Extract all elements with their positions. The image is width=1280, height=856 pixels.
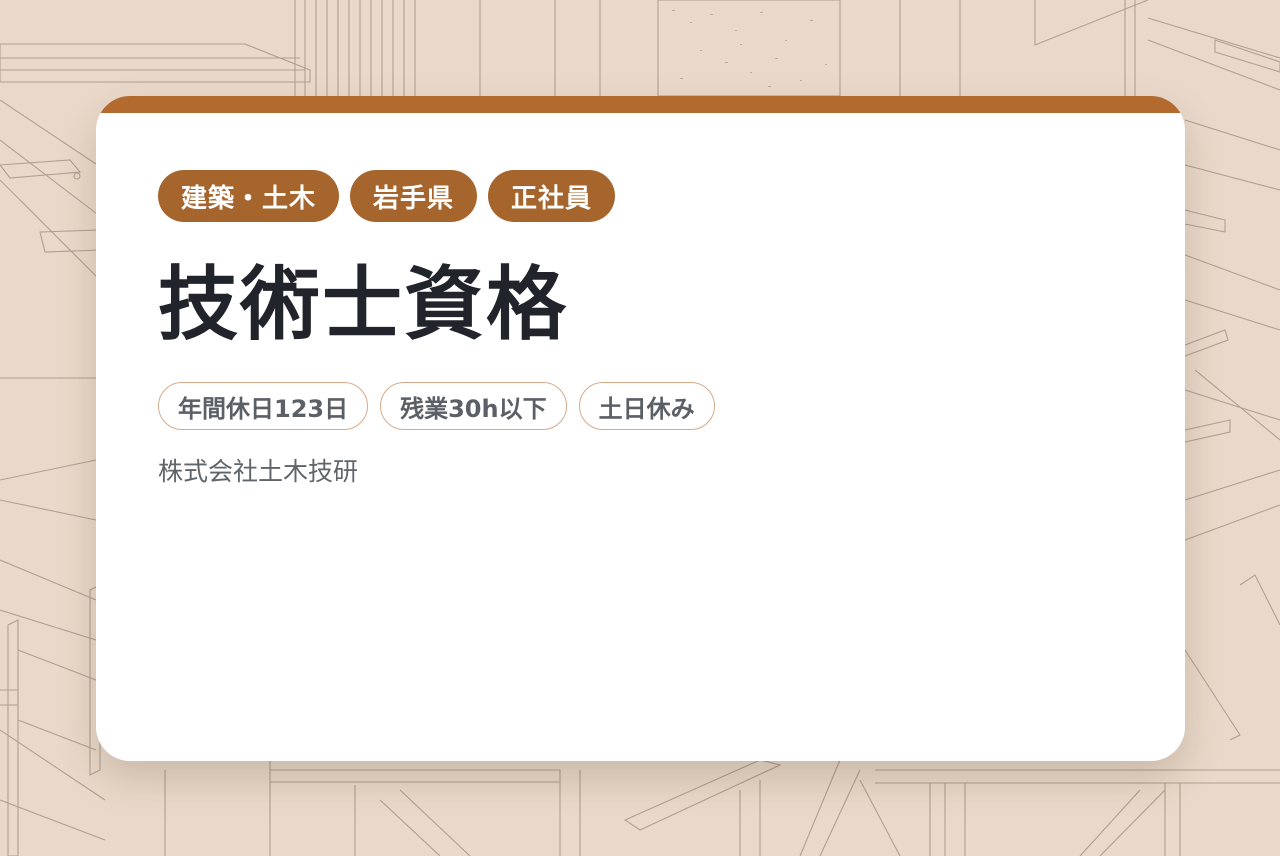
tag-employment-type: 正社員 [488,170,616,222]
card-accent-bar [96,96,1185,113]
feature-annual-holidays: 年間休日123日 [158,382,369,430]
job-card[interactable]: 建築・土木 岩手県 正社員 技術士資格 年間休日123日 残業30h以下 土日休… [96,96,1185,761]
feature-tags: 年間休日123日 残業30h以下 土日休み [158,382,1123,430]
feature-weekends-off: 土日休み [578,382,715,430]
card-body: 建築・土木 岩手県 正社員 技術士資格 年間休日123日 残業30h以下 土日休… [158,170,1123,488]
category-tags: 建築・土木 岩手県 正社員 [158,170,1123,222]
company-name: 株式会社土木技研 [158,457,359,486]
tag-location: 岩手県 [350,170,478,222]
tag-category: 建築・土木 [158,170,340,222]
feature-overtime: 残業30h以下 [380,382,567,430]
job-title: 技術士資格 [158,258,568,351]
